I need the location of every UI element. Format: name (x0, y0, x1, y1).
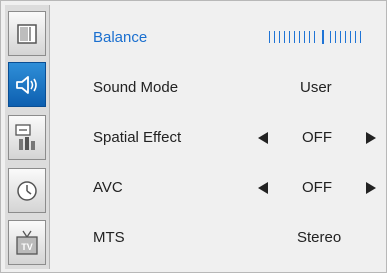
balance-tick (314, 31, 315, 43)
menu-item-spatial-effect[interactable]: Spatial Effect OFF (49, 113, 384, 163)
balance-tick (284, 31, 285, 43)
menu-item-sound-mode[interactable]: Sound Mode User (49, 63, 384, 113)
avc-value: OFF (302, 179, 332, 196)
balance-label: Balance (93, 29, 148, 46)
balance-slider[interactable] (267, 30, 377, 44)
picture-icon (17, 23, 37, 44)
balance-center-marker (322, 30, 324, 44)
menu-item-mts[interactable]: MTS Stereo (49, 213, 384, 263)
tv-icon: TV (16, 230, 38, 255)
balance-tick (289, 31, 290, 43)
balance-tick (335, 31, 336, 43)
mts-label: MTS (93, 229, 125, 246)
tab-picture[interactable] (8, 11, 46, 56)
sound-menu: Balance Sound Mode User Spatial Effect O… (49, 1, 384, 274)
spatial-effect-label: Spatial Effect (93, 129, 182, 146)
arrow-left-icon[interactable] (258, 132, 268, 144)
avc-label: AVC (93, 179, 123, 196)
balance-tick (279, 31, 280, 43)
balance-tick (360, 31, 361, 43)
balance-tick (274, 31, 275, 43)
sound-mode-label: Sound Mode (93, 79, 179, 96)
arrow-right-icon[interactable] (366, 132, 376, 144)
menu-item-avc[interactable]: AVC OFF (49, 163, 384, 213)
sound-mode-value: User (300, 79, 332, 96)
mts-value: Stereo (297, 229, 342, 246)
balance-tick (330, 31, 331, 43)
speaker-icon (16, 75, 37, 94)
balance-tick (299, 31, 300, 43)
balance-tick (350, 31, 351, 43)
arrow-left-icon[interactable] (258, 182, 268, 194)
balance-tick (340, 31, 341, 43)
arrow-right-icon[interactable] (366, 182, 376, 194)
tab-setup[interactable] (8, 115, 46, 160)
clock-icon (17, 180, 37, 201)
balance-tick (345, 31, 346, 43)
setup-icon (15, 123, 35, 150)
menu-item-balance[interactable]: Balance (49, 13, 384, 63)
spatial-effect-value: OFF (302, 129, 332, 146)
osd-menu: TV Balance Sound Mode User Spatial Effec… (0, 0, 387, 273)
svg-text:TV: TV (21, 242, 33, 252)
balance-tick (304, 31, 305, 43)
balance-tick (355, 31, 356, 43)
balance-tick (269, 31, 270, 43)
tab-tv[interactable]: TV (8, 220, 46, 265)
tab-sound[interactable] (8, 62, 46, 107)
balance-tick (309, 31, 310, 43)
balance-tick (294, 31, 295, 43)
menu-sidebar: TV (5, 5, 50, 269)
tab-time[interactable] (8, 168, 46, 213)
